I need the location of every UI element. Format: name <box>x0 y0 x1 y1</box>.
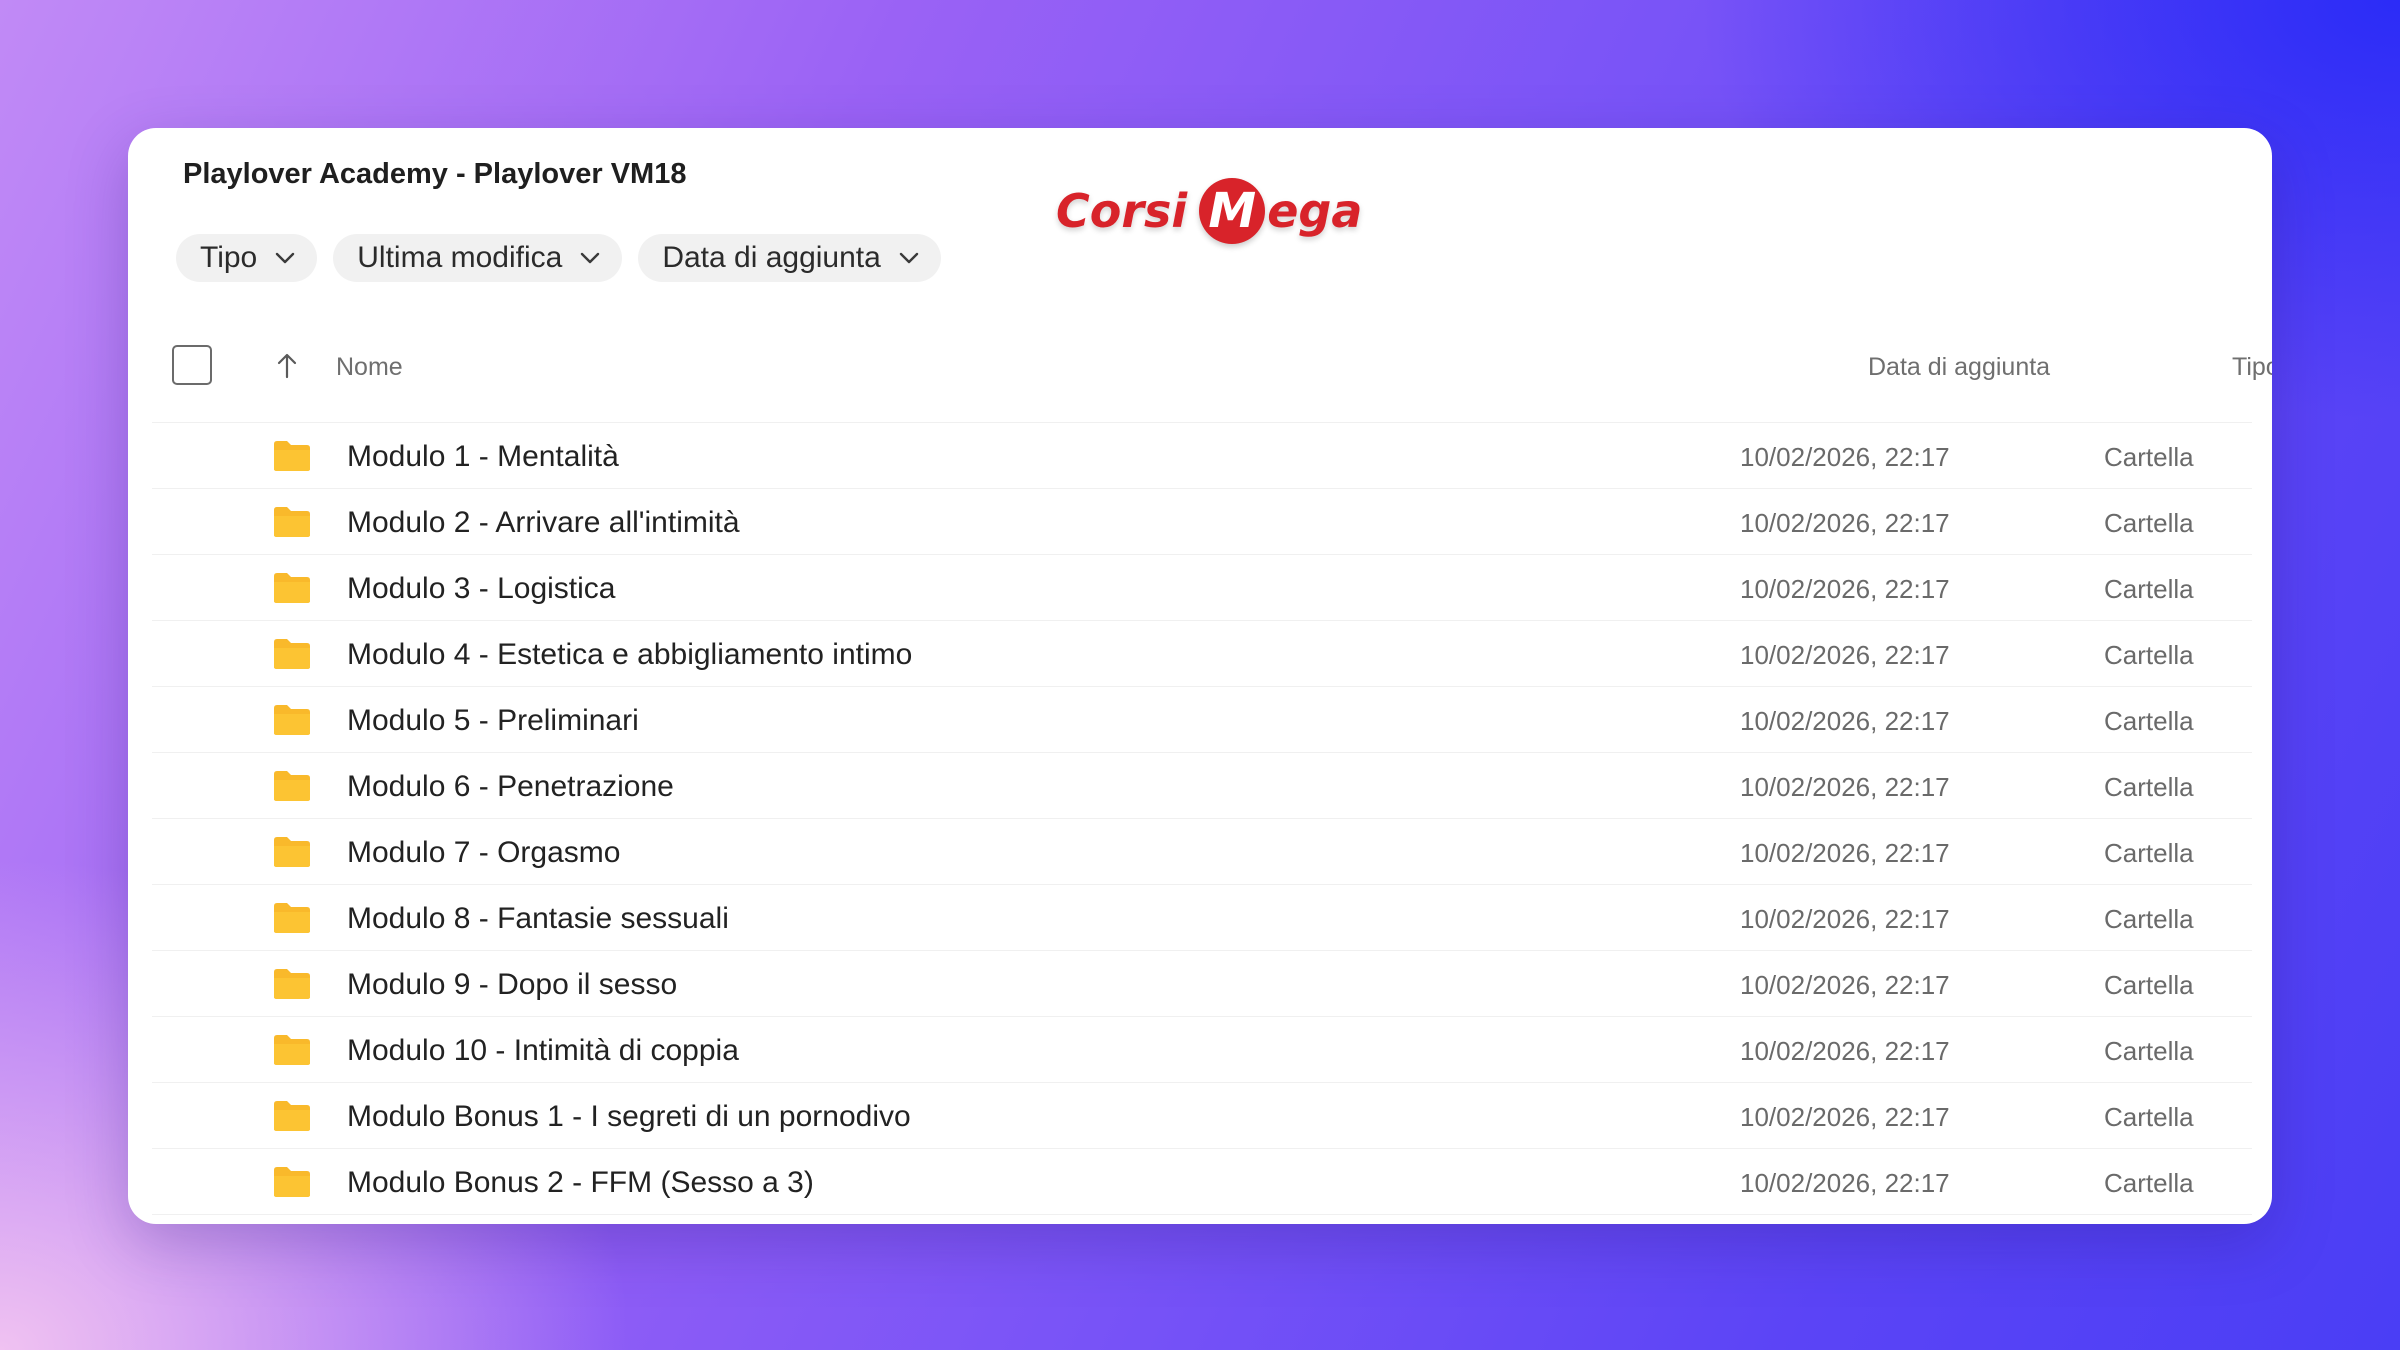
file-name: Modulo 6 - Penetrazione <box>347 770 674 803</box>
file-type: Cartella <box>2104 1036 2194 1066</box>
file-date-added: 10/02/2026, 22:17 <box>1740 838 1950 868</box>
file-type: Cartella <box>2104 772 2194 802</box>
file-type: Cartella <box>2104 442 2194 472</box>
file-type: Cartella <box>2104 574 2194 604</box>
file-date-added: 10/02/2026, 22:17 <box>1740 1036 1950 1066</box>
folder-icon <box>274 573 310 603</box>
file-type: Cartella <box>2104 904 2194 934</box>
file-date-added: 10/02/2026, 22:17 <box>1740 442 1950 472</box>
folder-icon <box>274 969 310 999</box>
file-date-added: 10/02/2026, 22:17 <box>1740 574 1950 604</box>
file-date-added: 10/02/2026, 22:17 <box>1740 508 1950 538</box>
corsi-mega-logo: Corsi M ega <box>1056 170 1362 252</box>
file-name: Modulo 5 - Preliminari <box>347 704 639 737</box>
table-row[interactable]: Modulo Bonus 2 - FFM (Sesso a 3) 10/02/20… <box>152 1149 2252 1215</box>
table-row[interactable]: Modulo 3 - Logistica 10/02/2026, 22:17 Car… <box>152 555 2252 621</box>
file-list: Modulo 1 - Mentalità 10/02/2026, 22:17 Car… <box>152 422 2252 1215</box>
folder-icon <box>274 1035 310 1065</box>
table-row[interactable]: Modulo 10 - Intimità di coppia 10/02/2026… <box>152 1017 2252 1083</box>
table-row[interactable]: Modulo 9 - Dopo il sesso 10/02/2026, 22:1… <box>152 951 2252 1017</box>
page-title: Playlover Academy - Playlover VM18 <box>183 158 687 190</box>
table-row[interactable]: Modulo 7 - Orgasmo 10/02/2026, 22:17 Carte… <box>152 819 2252 885</box>
logo-word-corsi: Corsi <box>1056 184 1188 238</box>
folder-icon <box>274 903 310 933</box>
file-type: Cartella <box>2104 640 2194 670</box>
file-name: Modulo 8 - Fantasie sessuali <box>347 902 729 935</box>
filter-data-di-aggiunta-button[interactable]: Data di aggiunta <box>638 234 941 282</box>
file-name: Modulo Bonus 2 - FFM (Sesso a 3) <box>347 1166 814 1199</box>
file-type: Cartella <box>2104 838 2194 868</box>
filter-data-di-aggiunta-label: Data di aggiunta <box>662 241 881 274</box>
file-type: Cartella <box>2104 1102 2194 1132</box>
column-header-date-added[interactable]: Data di aggiunta <box>1868 353 2050 382</box>
table-row[interactable]: Modulo 1 - Mentalità 10/02/2026, 22:17 Car… <box>152 422 2252 489</box>
filter-bar: Tipo Ultima modifica Data di aggiunta <box>176 234 941 282</box>
folder-icon <box>274 639 310 669</box>
folder-icon <box>274 1167 310 1197</box>
file-type: Cartella <box>2104 970 2194 1000</box>
file-type: Cartella <box>2104 1168 2194 1198</box>
table-header: Nome Data di aggiunta Tipo <box>172 335 2272 399</box>
folder-icon <box>274 1101 310 1131</box>
folder-icon <box>274 441 310 471</box>
file-browser-panel: Playlover Academy - Playlover VM18 Corsi… <box>128 128 2272 1224</box>
file-name: Modulo 1 - Mentalità <box>347 440 619 473</box>
table-row[interactable]: Modulo 6 - Penetrazione 10/02/2026, 22:17… <box>152 753 2252 819</box>
chevron-down-icon <box>581 252 600 264</box>
file-name: Modulo 9 - Dopo il sesso <box>347 968 678 1001</box>
file-name: Modulo 4 - Estetica e abbigliamento inti… <box>347 638 913 671</box>
file-date-added: 10/02/2026, 22:17 <box>1740 706 1950 736</box>
folder-icon <box>274 837 310 867</box>
file-type: Cartella <box>2104 508 2194 538</box>
select-all-checkbox[interactable] <box>172 345 212 385</box>
file-date-added: 10/02/2026, 22:17 <box>1740 1168 1950 1198</box>
folder-icon <box>274 507 310 537</box>
file-date-added: 10/02/2026, 22:17 <box>1740 904 1950 934</box>
file-name: Modulo 7 - Orgasmo <box>347 836 621 869</box>
file-name: Modulo 2 - Arrivare all'intimità <box>347 506 740 539</box>
file-date-added: 10/02/2026, 22:17 <box>1740 640 1950 670</box>
logo-m-badge: M <box>1199 178 1266 244</box>
chevron-down-icon <box>276 252 295 264</box>
filter-ultima-modifica-label: Ultima modifica <box>357 241 563 274</box>
file-name: Modulo 3 - Logistica <box>347 572 616 605</box>
chevron-down-icon <box>899 252 919 264</box>
folder-icon <box>274 705 310 735</box>
table-row[interactable]: Modulo 2 - Arrivare all'intimità 10/02/20… <box>152 489 2252 555</box>
table-row[interactable]: Modulo 8 - Fantasie sessuali 10/02/2026, … <box>152 885 2252 951</box>
file-date-added: 10/02/2026, 22:17 <box>1740 1102 1950 1132</box>
column-header-type[interactable]: Tipo <box>2232 353 2272 382</box>
file-name: Modulo 10 - Intimità di coppia <box>347 1034 739 1067</box>
logo-word-ega: ega <box>1267 184 1363 238</box>
table-row[interactable]: Modulo 5 - Preliminari 10/02/2026, 22:17 C… <box>152 687 2252 753</box>
filter-tipo-label: Tipo <box>200 241 258 274</box>
table-row[interactable]: Modulo 4 - Estetica e abbigliamento inti… <box>152 621 2252 687</box>
file-date-added: 10/02/2026, 22:17 <box>1740 970 1950 1000</box>
table-row[interactable]: Modulo Bonus 1 - I segreti di un pornodi… <box>152 1083 2252 1149</box>
filter-tipo-button[interactable]: Tipo <box>176 234 318 282</box>
file-date-added: 10/02/2026, 22:17 <box>1740 772 1950 802</box>
file-type: Cartella <box>2104 706 2194 736</box>
arrow-up-icon[interactable] <box>276 353 298 379</box>
file-name: Modulo Bonus 1 - I segreti di un pornodi… <box>347 1100 911 1133</box>
folder-icon <box>274 771 310 801</box>
column-header-name[interactable]: Nome <box>336 353 403 382</box>
filter-ultima-modifica-button[interactable]: Ultima modifica <box>333 234 623 282</box>
